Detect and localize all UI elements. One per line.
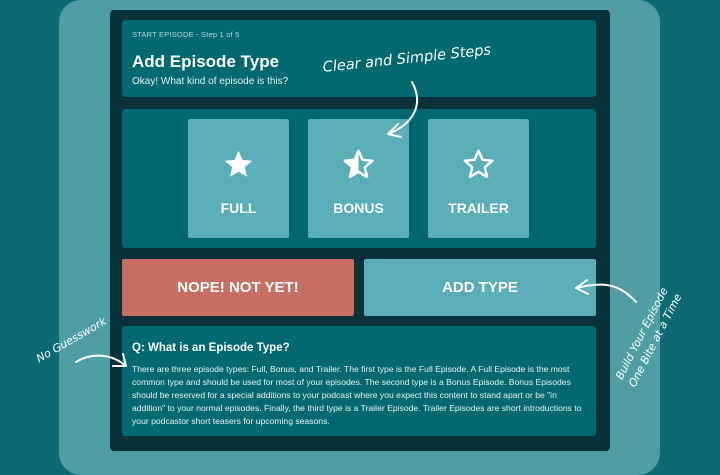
faq-answer: There are three episode types: Full, Bon… — [132, 364, 582, 426]
page-subtitle: Okay! What kind of episode is this? — [132, 76, 289, 87]
type-option-trailer[interactable]: TRAILER — [428, 119, 529, 238]
cancel-button[interactable]: NOPE! NOT YET! — [122, 259, 354, 316]
star-filled-icon — [224, 150, 253, 177]
faq-panel: Q: What is an Episode Type? There are th… — [122, 326, 596, 436]
add-type-button[interactable]: ADD TYPE — [364, 259, 596, 316]
star-outline-icon — [463, 149, 494, 179]
faq-question: Q: What is an Episode Type? — [132, 342, 290, 354]
type-label-trailer: TRAILER — [448, 200, 509, 216]
type-option-full[interactable]: FULL — [188, 119, 289, 238]
episode-type-panel: FULL BONUS TRAILER — [122, 109, 596, 248]
step-label: START EPISODE - Step 1 of 5 — [132, 30, 240, 39]
type-label-full: FULL — [220, 200, 257, 216]
type-label-bonus: BONUS — [333, 200, 384, 216]
page-title: Add Episode Type — [132, 52, 280, 71]
star-half-icon — [343, 149, 374, 179]
type-option-bonus[interactable]: BONUS — [308, 119, 409, 238]
